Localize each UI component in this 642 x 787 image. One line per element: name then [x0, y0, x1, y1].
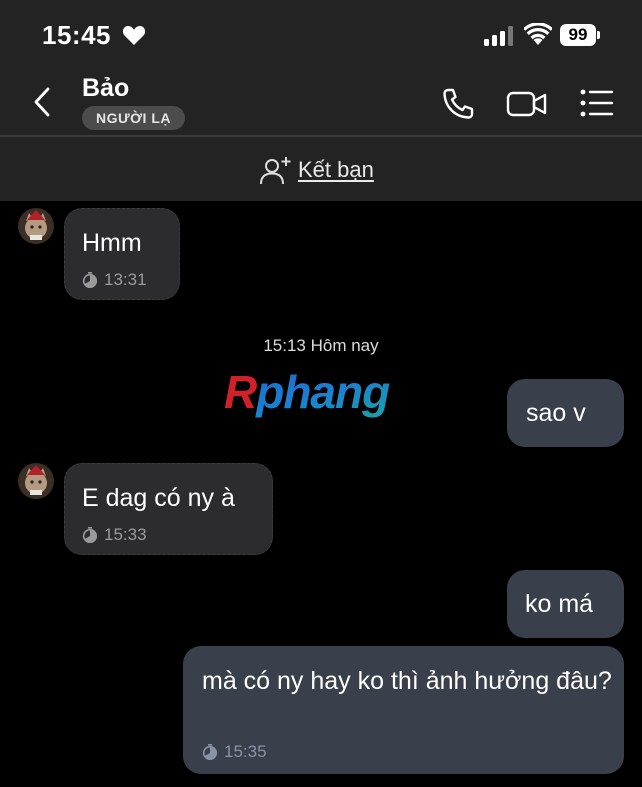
timer-icon — [202, 744, 218, 760]
timer-icon — [82, 272, 98, 288]
battery-tip — [597, 31, 600, 39]
cellular-signal-icon — [484, 26, 513, 46]
avatar-cat-icon — [18, 208, 54, 244]
menu-list-icon[interactable] — [580, 88, 614, 118]
message-time-label: 15:33 — [104, 525, 147, 544]
message-text: sao v — [526, 399, 586, 427]
svg-text:Rphang: Rphang — [224, 366, 390, 418]
message-text: mà có ny hay ko thì ảnh hưởng đâu? — [202, 667, 612, 695]
message-timestamp: 15:33 — [82, 525, 147, 545]
message-time-label: 15:35 — [224, 742, 267, 761]
contact-avatar[interactable] — [18, 463, 54, 499]
message-timestamp: 15:35 — [202, 742, 267, 762]
stranger-badge: NGƯỜI LẠ — [82, 106, 185, 130]
video-call-icon[interactable] — [506, 88, 548, 120]
heart-icon — [122, 26, 146, 45]
contact-name[interactable]: Bảo — [82, 74, 129, 103]
phone-call-icon[interactable] — [440, 86, 476, 122]
message-text: Hmm — [82, 229, 142, 257]
date-divider: 15:13 Hôm nay — [263, 336, 379, 355]
battery-indicator: 99 — [560, 24, 600, 46]
status-time: 15:45 — [42, 20, 111, 50]
watermark-logo: Rphang — [224, 366, 391, 418]
message-time-label: 13:31 — [104, 270, 147, 289]
add-friend-label: Kết bạn — [298, 157, 374, 182]
add-person-icon — [260, 157, 291, 185]
contact-avatar[interactable] — [18, 208, 54, 244]
add-friend-button[interactable]: Kết bạn — [260, 150, 374, 190]
timer-icon — [82, 527, 98, 543]
battery-level: 99 — [560, 24, 596, 46]
avatar-cat-icon — [18, 463, 54, 499]
message-timestamp: 13:31 — [82, 270, 147, 290]
message-text: ko má — [525, 590, 594, 618]
wifi-icon — [524, 23, 552, 45]
message-text: E dag có ny à — [82, 484, 235, 512]
back-chevron-icon[interactable] — [30, 86, 56, 118]
